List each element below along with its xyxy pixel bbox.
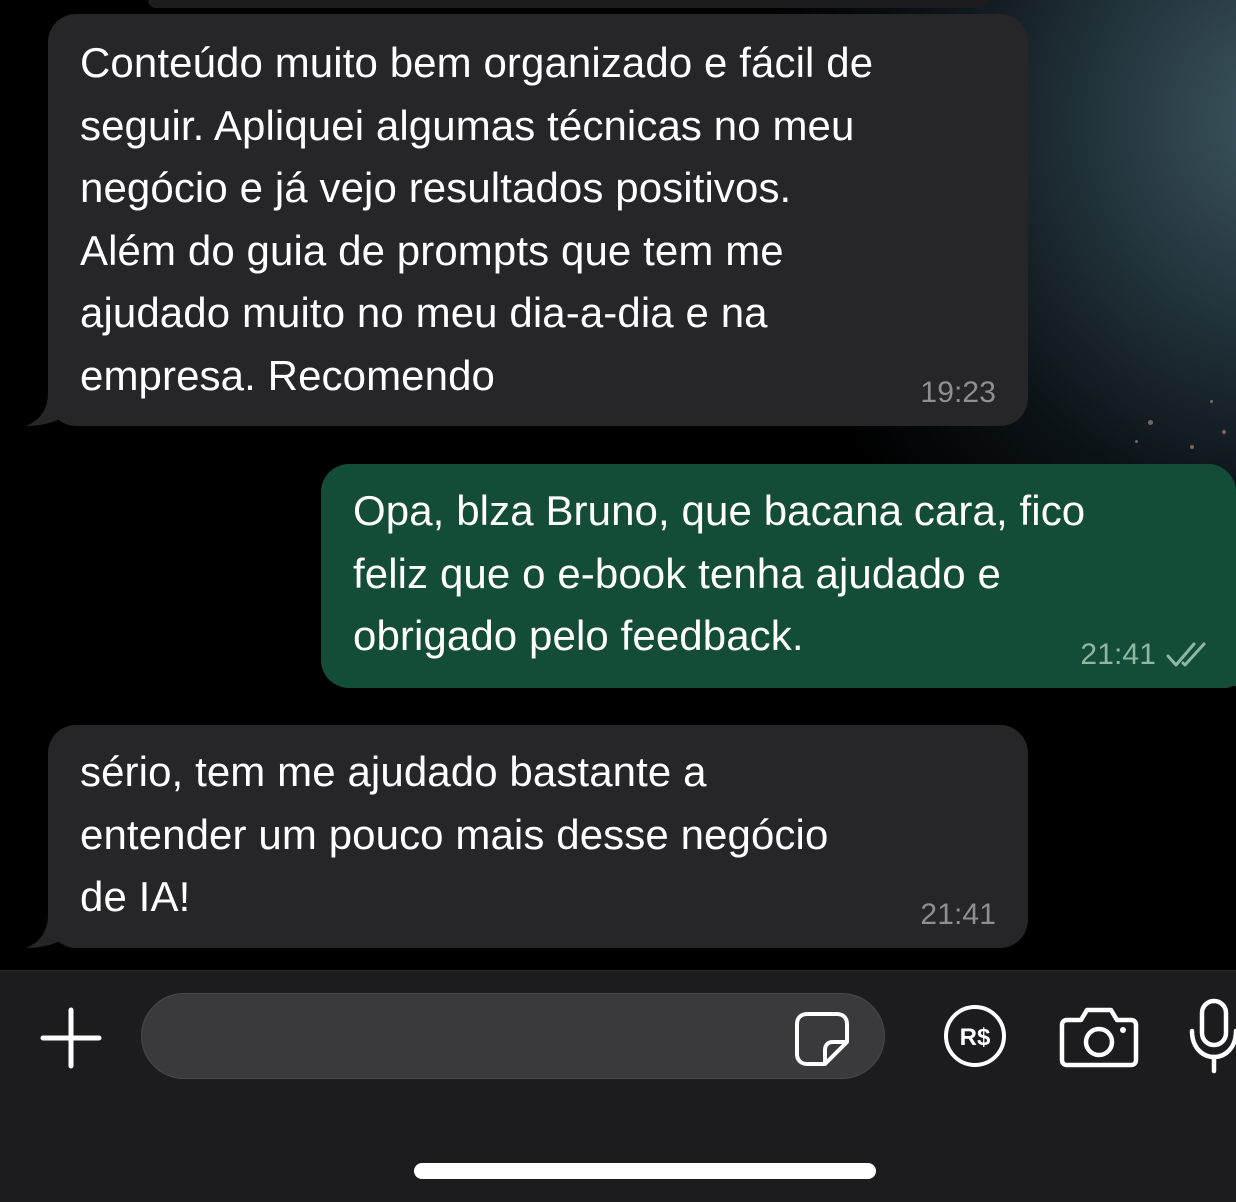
- bubble-tail: [26, 914, 66, 948]
- payment-icon-label: R$: [960, 1024, 991, 1051]
- camera-button[interactable]: [1058, 1001, 1140, 1071]
- sticker-button[interactable]: [790, 1007, 854, 1071]
- composer-bar: R$: [0, 970, 1236, 1202]
- attach-button[interactable]: [36, 1003, 106, 1073]
- payment-button[interactable]: R$: [940, 1001, 1010, 1071]
- previous-message-edge: [148, 0, 988, 8]
- message-meta: 21:41: [920, 900, 996, 930]
- home-indicator[interactable]: [414, 1163, 876, 1179]
- message-list[interactable]: Conteúdo muito bem organizado e fácil de…: [0, 0, 1236, 970]
- camera-icon: [1059, 1007, 1139, 1068]
- message-text: Conteúdo muito bem organizado e fácil de…: [80, 39, 874, 399]
- bubble-tail: [1220, 658, 1236, 687]
- outgoing-message[interactable]: Opa, blza Bruno, que bacana cara, fico f…: [321, 464, 1236, 688]
- message-time: 21:41: [920, 898, 996, 931]
- message-time: 19:23: [920, 376, 996, 409]
- message-meta: 21:41: [1080, 640, 1210, 670]
- message-input[interactable]: [141, 993, 885, 1079]
- plus-icon: [40, 1007, 102, 1069]
- incoming-message[interactable]: Conteúdo muito bem organizado e fácil de…: [26, 14, 1028, 426]
- chat-screen: Conteúdo muito bem organizado e fácil de…: [0, 0, 1236, 1202]
- message-meta: 19:23: [920, 378, 996, 408]
- message-text: sério, tem me ajudado bastante a entende…: [80, 748, 829, 920]
- bubble-tail: [26, 392, 66, 426]
- message-time: 21:41: [1080, 638, 1156, 671]
- double-check-icon: [1166, 642, 1206, 667]
- incoming-message[interactable]: sério, tem me ajudado bastante a entende…: [26, 725, 1028, 948]
- sticker-icon: [795, 1012, 849, 1066]
- brl-payment-icon: R$: [944, 1005, 1006, 1067]
- microphone-button[interactable]: [1186, 995, 1236, 1075]
- microphone-icon: [1189, 998, 1236, 1074]
